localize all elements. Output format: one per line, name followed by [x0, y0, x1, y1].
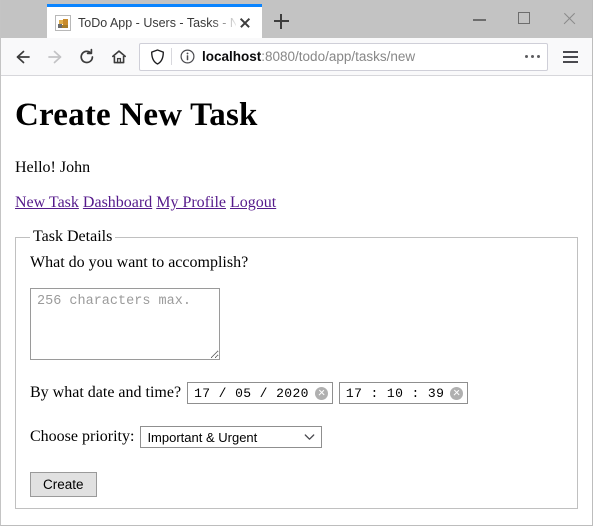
create-button[interactable]: Create: [30, 472, 97, 497]
tab-strip: ToDo App - Users - Tasks - New: [1, 0, 592, 38]
forward-arrow-icon: [39, 42, 71, 72]
description-label: What do you want to accomplish?: [30, 254, 249, 271]
minimize-icon[interactable]: [457, 0, 502, 38]
time-input[interactable]: 17 : 10 : 39: [338, 382, 469, 404]
maximize-icon[interactable]: [502, 0, 547, 38]
browser-tab[interactable]: ToDo App - Users - Tasks - New: [47, 4, 262, 38]
nav-link-logout[interactable]: Logout: [230, 194, 276, 211]
close-icon[interactable]: [236, 14, 254, 32]
priority-select-value: Important & Urgent: [147, 429, 258, 445]
back-button[interactable]: [7, 42, 39, 72]
task-details-fieldset: Task Details What do you want to accompl…: [15, 228, 578, 509]
priority-label: Choose priority:: [30, 428, 135, 445]
home-button[interactable]: [103, 42, 135, 72]
page-content: Create New Task Hello! John New Task Das…: [1, 97, 592, 525]
site-nav-links: New Task Dashboard My Profile Logout: [15, 194, 578, 212]
chevron-down-icon: [304, 433, 315, 441]
hamburger-menu-icon[interactable]: [554, 42, 586, 72]
priority-select[interactable]: Important & Urgent: [140, 426, 323, 448]
page-title: Create New Task: [15, 97, 258, 133]
priority-row: Choose priority: Important & Urgent: [30, 426, 563, 448]
nav-link-new-task[interactable]: New Task: [15, 194, 79, 211]
nav-link-dashboard[interactable]: Dashboard: [83, 194, 152, 211]
info-icon[interactable]: [177, 47, 197, 67]
browser-window: ToDo App - Users - Tasks - New: [0, 0, 593, 526]
reload-icon: [71, 42, 103, 72]
new-tab-icon[interactable]: [262, 4, 300, 38]
task-details-legend: Task Details: [33, 228, 113, 245]
url-path: :8080/todo/app/tasks/new: [261, 49, 416, 64]
navigation-toolbar: localhost:8080/todo/app/tasks/new: [1, 38, 592, 76]
greeting-text: Hello! John: [15, 159, 91, 176]
broken-image-favicon-icon: [55, 14, 71, 31]
date-input-value: 17 / 05 / 2020: [194, 385, 309, 401]
task-description-input[interactable]: [30, 288, 220, 360]
shield-icon[interactable]: [146, 46, 168, 68]
home-icon: [103, 42, 135, 72]
nav-link-my-profile[interactable]: My Profile: [156, 194, 226, 211]
forward-button[interactable]: [39, 42, 71, 72]
url-bar-divider: [171, 48, 172, 65]
back-arrow-icon: [7, 42, 39, 72]
page-actions-icon[interactable]: [519, 45, 545, 69]
clear-time-icon[interactable]: [450, 386, 464, 400]
time-input-value: 17 : 10 : 39: [345, 385, 445, 401]
datetime-row: By what date and time? 17 / 05 / 2020 17…: [30, 382, 563, 404]
reload-button[interactable]: [71, 42, 103, 72]
clear-date-icon[interactable]: [314, 386, 328, 400]
tab-title: ToDo App - Users - Tasks - New: [78, 15, 236, 30]
url-text: localhost:8080/todo/app/tasks/new: [202, 49, 519, 64]
url-host: localhost: [202, 49, 262, 64]
close-window-icon[interactable]: [547, 0, 592, 38]
url-bar[interactable]: localhost:8080/todo/app/tasks/new: [139, 42, 548, 71]
datetime-label: By what date and time?: [30, 384, 182, 401]
window-controls: [457, 0, 592, 38]
date-input[interactable]: 17 / 05 / 2020: [187, 382, 333, 404]
